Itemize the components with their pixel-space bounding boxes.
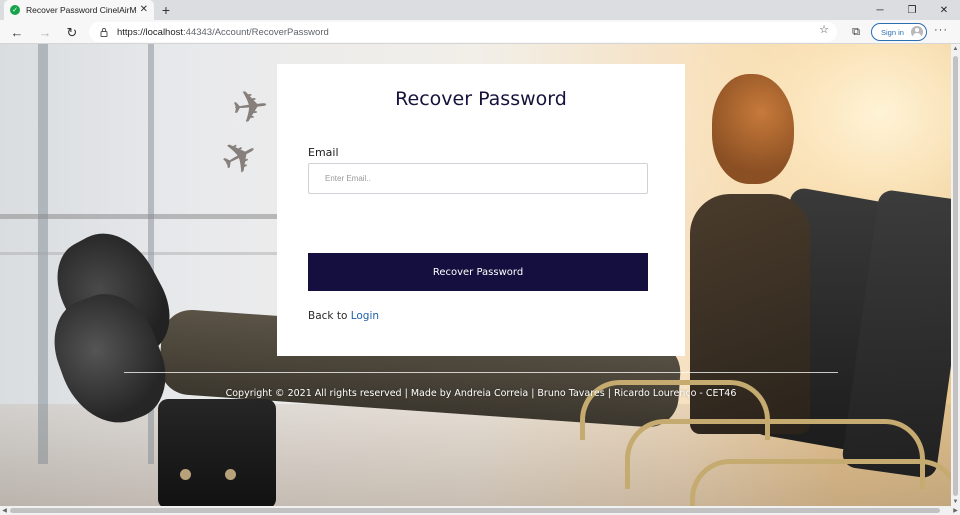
url-text: https://localhost:44343/Account/RecoverP… [117, 27, 329, 38]
background-suitcase-stud [225, 469, 236, 480]
forward-button[interactable]: → [36, 23, 54, 41]
airplane-icon: ✈ [229, 81, 272, 134]
browser-tab[interactable]: ✓ Recover Password CinelAirMiles ✕ [4, 0, 154, 20]
check-circle-icon: ✓ [10, 5, 20, 15]
lock-icon[interactable] [99, 27, 109, 37]
recover-password-button[interactable]: Recover Password [308, 253, 648, 291]
background-suitcase [158, 399, 276, 506]
login-link[interactable]: Login [351, 310, 379, 322]
restore-button[interactable]: ❐ [896, 0, 928, 20]
back-to-login: Back to Login [308, 310, 379, 322]
tab-title: Recover Password CinelAirMiles [26, 5, 136, 15]
scroll-down-icon[interactable]: ▼ [951, 497, 960, 506]
collections-icon[interactable]: ⧉ [848, 24, 864, 40]
background-person-head [712, 74, 794, 184]
menu-icon[interactable]: ··· [934, 25, 948, 36]
recover-password-card: Recover Password Email Recover Password … [277, 64, 685, 356]
tab-close-icon[interactable]: ✕ [140, 5, 148, 15]
footer-copyright: Copyright © 2021 All rights reserved | M… [225, 388, 737, 399]
tab-strip: ✓ Recover Password CinelAirMiles ✕ + ─ ❐… [0, 0, 960, 20]
vertical-scrollbar[interactable]: ▲ ▼ [951, 44, 960, 506]
address-bar[interactable]: https://localhost:44343/Account/RecoverP… [89, 22, 837, 42]
horizontal-scrollbar[interactable]: ◀ ▶ [0, 506, 960, 515]
browser-toolbar: ← → ↻ https://localhost:44343/Account/Re… [0, 20, 960, 44]
star-plus-icon[interactable]: ☆ [819, 25, 829, 36]
footer-divider [124, 372, 838, 373]
url-host: localhost [145, 26, 184, 38]
url-path: :44343/Account/RecoverPassword [183, 26, 329, 38]
background-suitcase-stud [180, 469, 191, 480]
reload-button[interactable]: ↻ [63, 23, 81, 41]
page-title: Recover Password [395, 88, 567, 110]
back-text: Back to [308, 310, 351, 322]
new-tab-button[interactable]: + [158, 2, 174, 18]
sign-in-button[interactable]: Sign in [871, 23, 927, 41]
horizontal-scroll-thumb[interactable] [10, 508, 940, 513]
close-window-button[interactable]: ✕ [928, 0, 960, 20]
avatar-icon [911, 26, 923, 38]
email-label: Email [308, 146, 339, 159]
url-prefix: https:// [117, 26, 146, 38]
window-controls: ─ ❐ ✕ [864, 0, 960, 20]
scroll-up-icon[interactable]: ▲ [951, 44, 960, 53]
minimize-button[interactable]: ─ [864, 0, 896, 20]
background-armrest [690, 459, 951, 506]
back-button[interactable]: ← [8, 23, 26, 41]
scroll-left-icon[interactable]: ◀ [0, 506, 9, 515]
email-input[interactable] [308, 163, 648, 194]
page-viewport: ✈ ✈ Recover Password Email Recover Passw… [0, 44, 951, 506]
sign-in-label: Sign in [881, 27, 904, 37]
scroll-right-icon[interactable]: ▶ [951, 506, 960, 515]
vertical-scroll-thumb[interactable] [953, 56, 958, 496]
